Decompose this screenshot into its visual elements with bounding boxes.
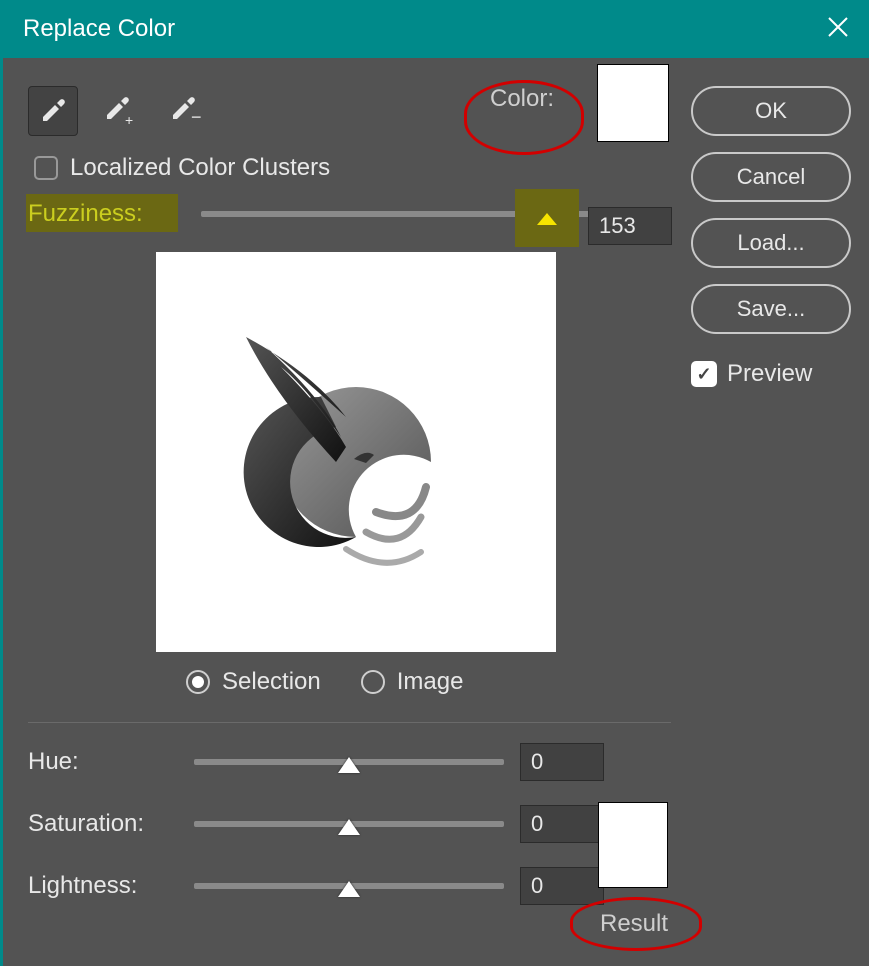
source-color-swatch[interactable] [597,64,669,142]
fuzziness-label: Fuzziness: [28,200,143,228]
dialog-title: Replace Color [23,15,175,43]
preview-checkbox[interactable]: ✓ [691,361,717,387]
fuzziness-thumb-icon [537,213,557,225]
hue-slider[interactable] [194,759,504,765]
lightness-slider[interactable] [194,883,504,889]
eyedropper-toolbar: + − [28,86,671,136]
lightness-input[interactable] [520,867,604,905]
saturation-slider[interactable] [194,821,504,827]
close-icon[interactable] [827,13,849,45]
eyedropper-button[interactable] [28,86,78,136]
cancel-button[interactable]: Cancel [691,152,851,202]
result-color-swatch[interactable] [598,802,668,888]
svg-text:−: − [191,107,201,127]
save-button[interactable]: Save... [691,284,851,334]
localized-clusters-label: Localized Color Clusters [70,154,330,182]
fuzziness-input[interactable] [588,207,672,245]
color-label-wrap: Color: [490,85,554,113]
svg-text:+: + [125,112,133,127]
radio-selection[interactable]: Selection [186,668,321,696]
selection-preview [156,252,556,652]
divider [28,722,671,723]
saturation-input[interactable] [520,805,604,843]
result-label: Result [600,910,668,938]
color-label: Color: [490,85,554,112]
eyedropper-subtract-button[interactable]: − [160,86,210,136]
eyedropper-add-button[interactable]: + [94,86,144,136]
lightness-label: Lightness: [28,872,178,900]
ok-button[interactable]: OK [691,86,851,136]
hue-label: Hue: [28,748,178,776]
load-button[interactable]: Load... [691,218,851,268]
saturation-label: Saturation: [28,810,178,838]
radio-image[interactable]: Image [361,668,464,696]
hue-input[interactable] [520,743,604,781]
localized-clusters-checkbox[interactable] [34,156,58,180]
titlebar: Replace Color [3,0,869,58]
preview-label: Preview [727,360,812,388]
